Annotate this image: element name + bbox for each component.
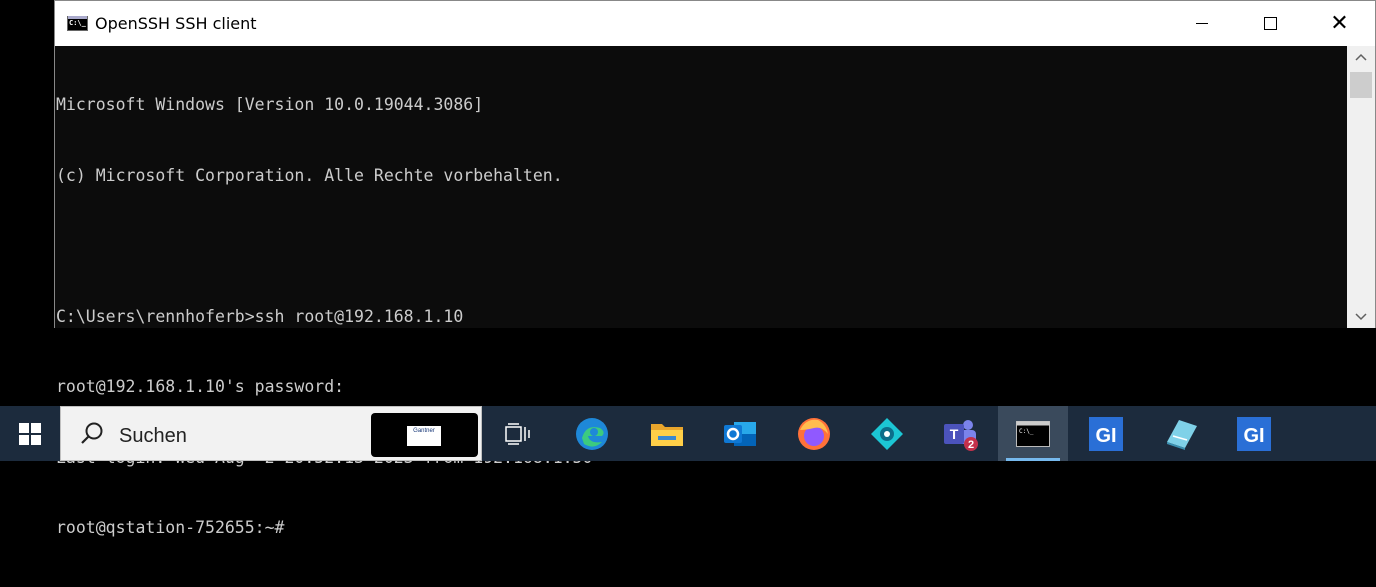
taskbar-teams[interactable]: T 2 (926, 406, 996, 461)
taskbar-dynamics[interactable] (852, 406, 922, 461)
scroll-up-button[interactable] (1347, 46, 1375, 68)
windows-logo-icon (19, 422, 41, 445)
svg-text:C:\_: C:\_ (1019, 428, 1034, 435)
title-bar[interactable]: C:\_ OpenSSH SSH client ✕ (55, 1, 1375, 46)
console-output[interactable]: Microsoft Windows [Version 10.0.19044.30… (55, 46, 1347, 537)
terminal-icon: C:\_ (1016, 420, 1050, 447)
console-line: (c) Microsoft Corporation. Alle Rechte v… (56, 165, 563, 185)
window-title: OpenSSH SSH client (95, 14, 257, 33)
dynamics-icon (871, 417, 903, 450)
gi-app-icon: GI (1089, 416, 1123, 451)
taskbar: Suchen Gantner T 2 C:\_ GI GI (0, 406, 1376, 461)
taskbar-notepad[interactable] (1146, 406, 1216, 461)
maximize-button[interactable] (1236, 1, 1305, 46)
search-placeholder: Suchen (119, 425, 187, 447)
maximize-icon (1264, 17, 1277, 30)
console-window: C:\_ OpenSSH SSH client ✕ Microsoft Wind… (54, 0, 1376, 537)
teams-badge: 2 (968, 439, 974, 451)
teams-icon: T 2 (944, 419, 978, 451)
search-highlight-image[interactable]: Gantner (371, 413, 478, 457)
minimize-icon (1195, 23, 1208, 24)
taskbar-file-explorer[interactable] (632, 406, 702, 461)
taskbar-edge[interactable] (557, 406, 627, 461)
console-line: C:\Users\rennhoferb>ssh root@192.168.1.1… (56, 306, 464, 326)
chevron-up-icon (1355, 53, 1367, 61)
close-icon: ✕ (1330, 10, 1349, 36)
vertical-scrollbar[interactable] (1347, 46, 1375, 328)
taskbar-gi-app-2[interactable]: GI (1219, 406, 1289, 461)
task-view-icon (505, 422, 530, 445)
svg-text:T: T (950, 426, 959, 442)
search-box[interactable]: Suchen Gantner (60, 406, 482, 461)
close-button[interactable]: ✕ (1305, 1, 1374, 46)
taskbar-gi-app[interactable]: GI (1071, 406, 1141, 461)
scroll-down-button[interactable] (1347, 306, 1375, 328)
gantner-logo: Gantner (407, 426, 441, 446)
firefox-icon (798, 417, 830, 450)
console-line: Microsoft Windows [Version 10.0.19044.30… (56, 95, 484, 114)
taskbar-firefox[interactable] (779, 406, 849, 461)
gi-app-icon-2: GI (1237, 416, 1271, 451)
scrollbar-thumb[interactable] (1350, 72, 1372, 98)
console-app-icon: C:\_ (67, 16, 88, 31)
task-view-button[interactable] (483, 406, 553, 461)
console-prompt-line: root@qstation-752655:~# (56, 518, 285, 537)
taskbar-terminal[interactable]: C:\_ (998, 406, 1068, 461)
chevron-down-icon (1355, 313, 1367, 321)
console-line: root@192.168.1.10's password: (56, 377, 345, 396)
taskbar-outlook[interactable] (705, 406, 775, 461)
edge-icon (576, 417, 608, 450)
svg-text:GI: GI (1243, 425, 1264, 447)
search-icon (81, 422, 103, 444)
notepad-icon (1167, 419, 1197, 450)
svg-text:GI: GI (1095, 425, 1116, 447)
outlook-icon (724, 421, 756, 446)
start-button[interactable] (0, 406, 60, 461)
minimize-button[interactable] (1167, 1, 1236, 46)
file-explorer-icon (651, 423, 683, 446)
